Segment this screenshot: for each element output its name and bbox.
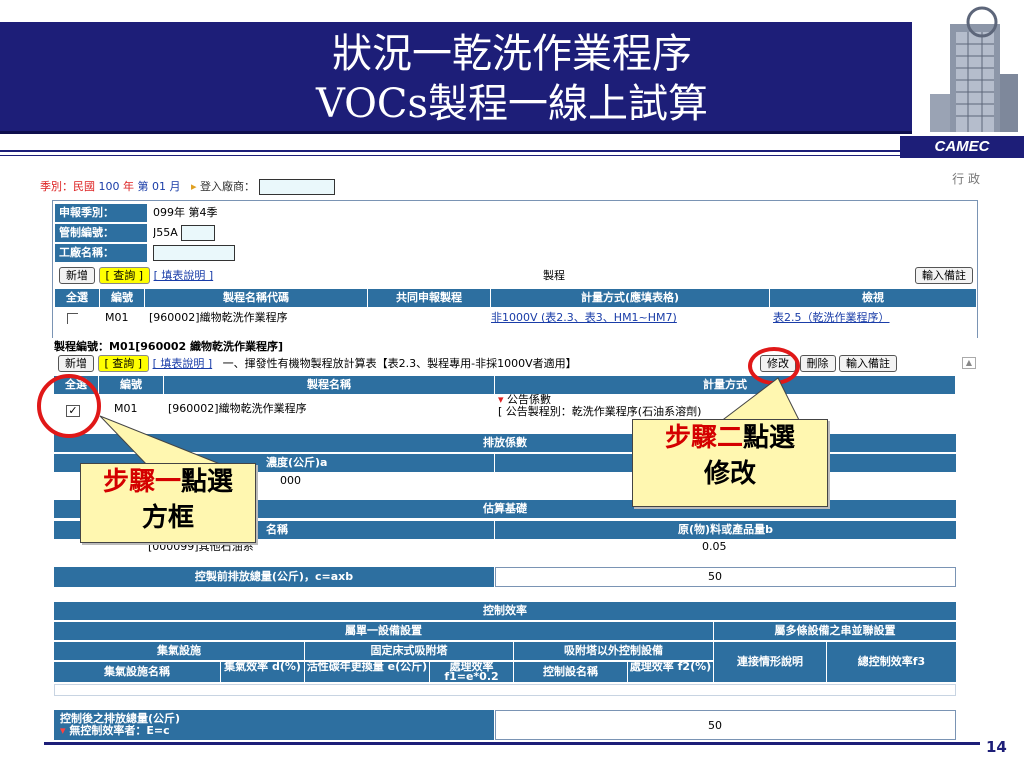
query-button[interactable]: [ 查詢 ] xyxy=(98,267,151,284)
collect-header: 集氣設施 xyxy=(54,642,304,660)
callout-step2: 步驟二點選 修改 xyxy=(632,419,828,507)
arrow-icon: ▸ xyxy=(191,180,197,193)
control-no-value: J55A xyxy=(153,226,178,239)
footer-divider xyxy=(44,742,980,745)
post-control-note: 無控制效率者：E=c xyxy=(69,724,170,737)
efficiency-header: 控制效率 xyxy=(54,602,956,620)
info-panel: 申報季別： 099年 第4季 管制編號： J55A 工廠名稱： 新增 [ 查詢 … xyxy=(52,200,978,350)
post-control-label-cell: 控制後之排放總量(公斤) ▾ 無控制效率者：E=c xyxy=(54,710,494,740)
camec-logo xyxy=(912,0,1024,158)
calc-table-title: 一、揮發性有機物製程放計算表【表2.3、製程專用-非採1000V者適用】 xyxy=(222,357,577,370)
col-ctrl-name: 控制設名稱 xyxy=(514,662,627,682)
season-bar: 季別：民國 100 年 第 01 月 ▸ 登入廠商： xyxy=(40,178,335,196)
step2-red-text: 步驟二 xyxy=(664,423,743,453)
vendor-input[interactable] xyxy=(258,179,335,195)
slide-title-line1: 狀況一乾洗作業程序 xyxy=(332,31,692,77)
embedded-screenshot: 季別：民國 100 年 第 01 月 ▸ 登入廠商： 行 政 申報季別： 099… xyxy=(40,170,980,742)
new-button-2[interactable]: 新增 xyxy=(58,355,94,372)
query-button-2[interactable]: [ 查詢 ] xyxy=(97,355,150,372)
control-no-label: 管制編號： xyxy=(55,224,147,242)
slide-header: 狀況一乾洗作業程序 VOCs製程一線上試算 xyxy=(0,0,1024,140)
t1-row-id: M01 xyxy=(105,311,129,324)
header-divider xyxy=(0,150,900,152)
factory-input[interactable] xyxy=(153,245,235,261)
col-carbon: 活性碳年更換量 e(公斤) xyxy=(305,662,429,682)
step2-line2: 修改 xyxy=(703,459,756,489)
post-control-value: 50 xyxy=(495,710,956,740)
factory-field xyxy=(153,244,273,262)
step1-black-text: 點選 xyxy=(181,467,234,497)
pre-control-label: 控製前排放總量(公斤)，c=axb xyxy=(54,567,494,587)
col-collect-eff: 集氣效率 d(%) xyxy=(221,662,304,682)
remark-button-2[interactable]: 輸入備註 xyxy=(839,355,897,372)
vendor-label: 登入廠商： xyxy=(200,180,256,193)
col-connect: 連接情形說明 xyxy=(714,642,826,682)
t1-header-shared: 共同申報製程 xyxy=(368,289,490,307)
season-label: 季別：民國 xyxy=(40,180,95,193)
t2-row-method: ▾ 公告係數 [ 公告製程別：乾洗作業程序(石油系溶劑) xyxy=(498,394,758,418)
header-divider-thin xyxy=(0,155,900,156)
t1-row-checkbox[interactable] xyxy=(67,312,81,324)
col-eff2: 處理效率 f2(%) xyxy=(628,662,713,682)
process-number: 製程編號：M01[960002 織物乾洗作業程序] xyxy=(54,340,284,353)
toolbar-1: 新增 [ 查詢 ] [ 填表說明 ] xyxy=(59,267,359,285)
scroll-up-icon[interactable]: ▲ xyxy=(962,357,976,369)
single-device-header: 屬單一設備設置 xyxy=(54,622,713,640)
efficiency-empty-row xyxy=(54,684,956,696)
delete-button[interactable]: 刪除 xyxy=(799,355,836,372)
step1-red-text: 步驟一 xyxy=(102,467,181,497)
t1-row-view-link[interactable]: 表2.5（乾洗作業程序） xyxy=(773,309,973,327)
guide-link-2[interactable]: [ 填表說明 ] xyxy=(153,357,213,370)
season-year-unit: 年 xyxy=(123,180,134,193)
t2-row-id: M01 xyxy=(114,402,138,415)
step2-black-text: 點選 xyxy=(743,423,796,453)
col-total: 總控制效率f3 xyxy=(827,642,956,682)
t1-row-name: [960002]織物乾洗作業程序 xyxy=(149,311,288,324)
callout-step1: 步驟一點選 方框 xyxy=(80,463,256,543)
toolbar-1-title: 製程 xyxy=(543,269,565,282)
t2-row-name: [960002]織物乾洗作業程序 xyxy=(168,402,307,415)
t2-header-method: 計量方式 xyxy=(495,376,955,394)
camec-badge: CAMEC xyxy=(900,136,1024,158)
control-no-field: J55A xyxy=(153,224,353,242)
t1-header-select-all[interactable]: 全選 xyxy=(55,289,99,307)
multi-device-header: 屬多條設備之串並聯設置 xyxy=(714,622,956,640)
pre-control-value: 50 xyxy=(495,567,956,587)
t1-row-method-link[interactable]: 非1000V (表2.3、表3、HM1~HM7) xyxy=(491,309,769,327)
building-icon xyxy=(930,6,1018,132)
highlight-circle-modify xyxy=(748,347,800,385)
remark-button[interactable]: 輸入備註 xyxy=(915,267,973,284)
new-button[interactable]: 新增 xyxy=(59,267,95,284)
col-collect-name: 集氣設施名稱 xyxy=(54,662,220,682)
t1-header-name: 製程名稱代碼 xyxy=(145,289,367,307)
t1-header-view: 檢視 xyxy=(770,289,976,307)
guide-link[interactable]: [ 填表說明 ] xyxy=(154,269,214,282)
factory-label: 工廠名稱： xyxy=(55,244,147,262)
toolbar-2: 新增 [ 查詢 ] [ 填表說明 ] 一、揮發性有機物製程放計算表【表2.3、製… xyxy=(58,355,758,373)
t2-header-id: 編號 xyxy=(99,376,163,394)
other-device-header: 吸附塔以外控制設備 xyxy=(514,642,713,660)
step1-line2: 方框 xyxy=(141,503,194,533)
season-value[interactable]: 第 01 月 xyxy=(138,180,181,193)
report-season-value: 099年 第4季 xyxy=(153,206,218,219)
col-eff1: 處理效率 f1=e*0.2 xyxy=(430,662,513,682)
triangle-icon: ▾ xyxy=(60,724,66,737)
estimate-row-value: 0.05 xyxy=(702,540,727,553)
t1-header-id: 編號 xyxy=(100,289,144,307)
report-season-label: 申報季別： xyxy=(55,204,147,222)
t2-header-name: 製程名稱 xyxy=(164,376,494,394)
estimate-col2: 原(物)料或產品量b xyxy=(495,521,956,539)
t1-header-method: 計量方式(應填表格) xyxy=(491,289,769,307)
highlight-circle-checkbox xyxy=(37,374,101,438)
control-no-input[interactable] xyxy=(181,225,216,241)
season-year[interactable]: 100 xyxy=(99,180,120,193)
fixed-bed-header: 固定床式吸附塔 xyxy=(305,642,513,660)
slide-title-line2: VOCs製程一線上試算 xyxy=(315,81,709,127)
page-number: 14 xyxy=(986,738,1007,756)
corner-text[interactable]: 行 政 xyxy=(952,170,980,187)
remark-button-wrap: 輸入備註 xyxy=(889,267,973,285)
t2-row-method-detail: [ 公告製程別：乾洗作業程序(石油系溶劑) xyxy=(498,405,702,418)
emission-value: 000 xyxy=(280,474,301,487)
